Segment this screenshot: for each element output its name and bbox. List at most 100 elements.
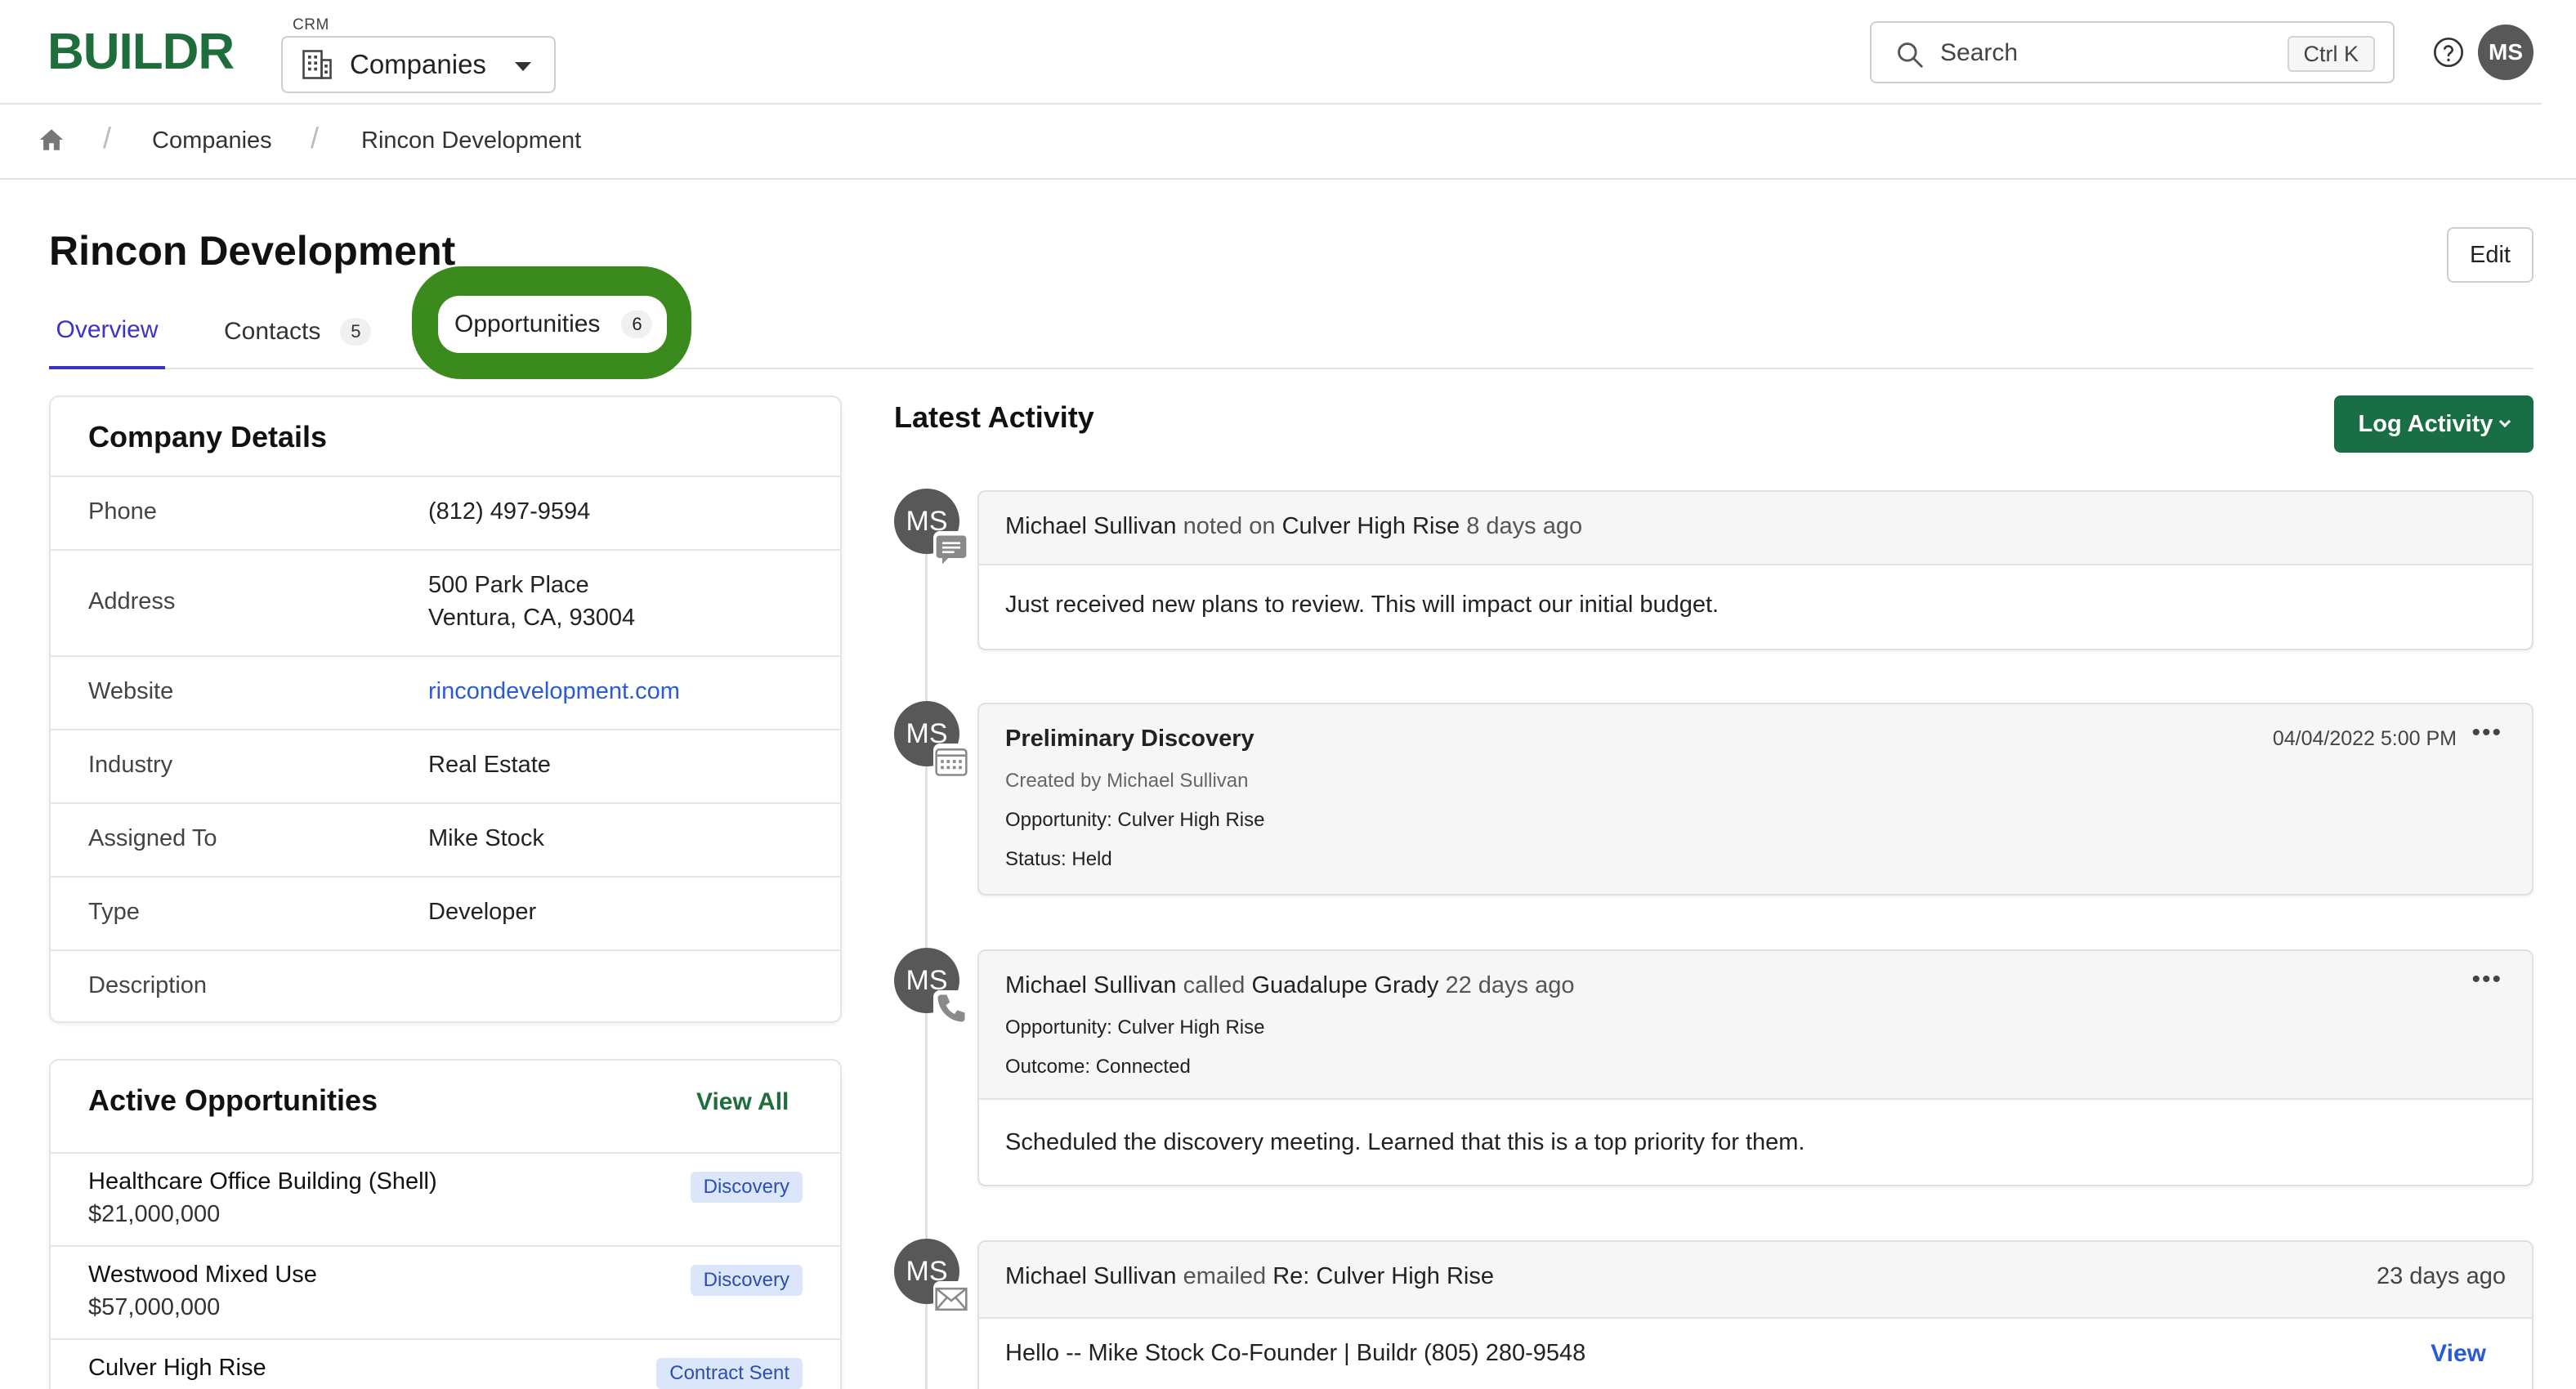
activity-actor[interactable]: Michael Sullivan [1005, 513, 1177, 539]
user-avatar[interactable]: MS [2478, 25, 2534, 80]
meeting-created-by: Created by Michael Sullivan [1005, 770, 1249, 792]
meeting-date: 04/04/2022 5:00 PM [2272, 727, 2457, 750]
activity-actor[interactable]: Michael Sullivan [1005, 972, 1177, 998]
activity-when: 23 days ago [2376, 1263, 2506, 1289]
search-shortcut-hint: Ctrl K [2287, 36, 2375, 72]
edit-button[interactable]: Edit [2447, 227, 2534, 283]
latest-activity-title: Latest Activity [894, 400, 1094, 434]
detail-value: 500 Park Place [428, 572, 589, 598]
module-select[interactable]: Companies [281, 36, 556, 93]
global-search[interactable]: Ctrl K [1870, 21, 2395, 83]
detail-value: Developer [428, 899, 537, 925]
opportunity-amount: $57,000,000 [88, 1294, 221, 1320]
more-options-icon[interactable]: ••• [2471, 966, 2502, 994]
detail-row-description: Description [51, 949, 840, 1021]
chevron-down-icon [515, 62, 531, 71]
envelope-icon [933, 1281, 969, 1317]
activity-summary: Michael Sullivan noted on Culver High Ri… [1005, 513, 1582, 540]
detail-row-industry: Industry Real Estate [51, 729, 840, 802]
search-input[interactable] [1940, 34, 2267, 72]
module-label: CRM [293, 16, 329, 33]
stage-badge: Discovery [690, 1265, 803, 1296]
activity-body: Just received new plans to review. This … [1005, 592, 1720, 618]
search-icon [1898, 42, 1923, 68]
view-email-link[interactable]: View [2431, 1340, 2486, 1368]
activity-card-note[interactable]: Michael Sullivan noted on Culver High Ri… [977, 490, 2534, 650]
detail-label: Industry [88, 752, 173, 778]
home-icon[interactable] [38, 126, 65, 154]
activity-target[interactable]: Culver High Rise [1282, 513, 1460, 539]
detail-label: Address [88, 588, 176, 614]
tab-label: Opportunities [454, 310, 601, 337]
detail-label: Phone [88, 498, 157, 525]
more-options-icon[interactable]: ••• [2471, 719, 2502, 747]
stage-badge: Discovery [690, 1172, 803, 1203]
detail-label: Description [88, 972, 208, 998]
meeting-title[interactable]: Preliminary Discovery [1005, 726, 1254, 753]
opportunity-row[interactable]: Westwood Mixed Use $57,000,000 Discovery [51, 1245, 840, 1338]
detail-value: Real Estate [428, 752, 551, 778]
email-subject[interactable]: Re: Culver High Rise [1272, 1263, 1494, 1289]
detail-label: Website [88, 678, 174, 704]
activity-summary: Michael Sullivan emailed Re: Culver High… [1005, 1263, 1494, 1290]
opportunity-row[interactable]: Healthcare Office Building (Shell) $21,0… [51, 1152, 840, 1245]
help-circle-icon[interactable] [2432, 36, 2465, 69]
opportunity-amount: $21,000,000 [88, 1201, 221, 1227]
activity-target[interactable]: Guadalupe Grady [1251, 972, 1438, 998]
opportunity-name: Westwood Mixed Use [88, 1262, 317, 1288]
log-activity-label: Log Activity [2358, 410, 2493, 437]
activity-card-header: Michael Sullivan emailed Re: Culver High… [979, 1242, 2532, 1319]
meeting-status: Status: Held [1005, 848, 1112, 870]
detail-value: Ventura, CA, 93004 [428, 605, 636, 631]
building-icon [302, 50, 332, 79]
activity-actor[interactable]: Michael Sullivan [1005, 1263, 1177, 1289]
tab-count-badge: 5 [340, 318, 372, 346]
detail-value: (812) 497-9594 [428, 498, 591, 525]
activity-card-email[interactable]: Michael Sullivan emailed Re: Culver High… [977, 1240, 2534, 1389]
website-link[interactable]: rincondevelopment.com [428, 675, 680, 708]
breadcrumb-companies[interactable]: Companies [152, 127, 272, 154]
activity-verb: noted on [1183, 513, 1276, 539]
tab-opportunities[interactable]: Opportunities 6 [438, 296, 667, 353]
activity-card-call[interactable]: Michael Sullivan called Guadalupe Grady … [977, 949, 2534, 1186]
activity-verb: called [1183, 972, 1246, 998]
detail-row-phone: Phone (812) 497-9594 [51, 476, 840, 549]
note-icon [933, 531, 969, 567]
buildr-logo[interactable]: BUILDR [47, 23, 235, 81]
activity-verb: emailed [1183, 1263, 1267, 1289]
active-opportunities-title: Active Opportunities [88, 1083, 378, 1117]
tab-contacts[interactable]: Contacts 5 [224, 294, 372, 369]
opportunity-name: Culver High Rise [88, 1355, 266, 1381]
breadcrumb-separator: / [311, 121, 320, 154]
activity-when: 8 days ago [1466, 513, 1583, 539]
detail-row-type: Type Developer [51, 876, 840, 949]
calendar-icon [933, 744, 969, 779]
activity-summary: Michael Sullivan called Guadalupe Grady … [1005, 972, 1574, 999]
opportunity-row[interactable]: Culver High Rise Contract Sent [51, 1338, 840, 1389]
detail-row-address: Address 500 Park Place Ventura, CA, 9300… [51, 549, 840, 655]
call-outcome: Outcome: Connected [1005, 1056, 1191, 1078]
tab-overview[interactable]: Overview [49, 294, 165, 369]
company-details-card: Company Details Phone (812) 497-9594 Add… [49, 395, 842, 1023]
activity-body: Scheduled the discovery meeting. Learned… [1005, 1129, 1805, 1155]
detail-row-assigned-to: Assigned To Mike Stock [51, 802, 840, 876]
activity-card-meeting[interactable]: Preliminary Discovery 04/04/2022 5:00 PM… [977, 703, 2534, 895]
stage-badge: Contract Sent [656, 1358, 803, 1389]
view-all-link[interactable]: View All [696, 1088, 789, 1116]
company-details-title: Company Details [88, 420, 328, 453]
activity-body: Hello -- Mike Stock Co-Founder | Buildr … [1005, 1340, 1586, 1366]
activity-card-header: Michael Sullivan called Guadalupe Grady … [979, 951, 2532, 1100]
breadcrumb-current: Rincon Development [361, 127, 582, 154]
active-opportunities-card: Active Opportunities View All Healthcare… [49, 1059, 842, 1389]
activity-card-header: Michael Sullivan noted on Culver High Ri… [979, 492, 2532, 565]
breadcrumb-separator: / [103, 121, 112, 154]
chevron-down-icon [2499, 415, 2511, 428]
activity-when: 22 days ago [1445, 972, 1575, 998]
detail-label: Type [88, 899, 140, 925]
detail-value: Mike Stock [428, 825, 544, 851]
module-select-value: Companies [350, 49, 486, 79]
phone-icon [933, 990, 969, 1026]
log-activity-button[interactable]: Log Activity [2334, 395, 2534, 453]
top-bar: BUILDR CRM Companies Ctrl K MS [0, 0, 2542, 105]
meeting-opportunity: Opportunity: Culver High Rise [1005, 809, 1265, 831]
